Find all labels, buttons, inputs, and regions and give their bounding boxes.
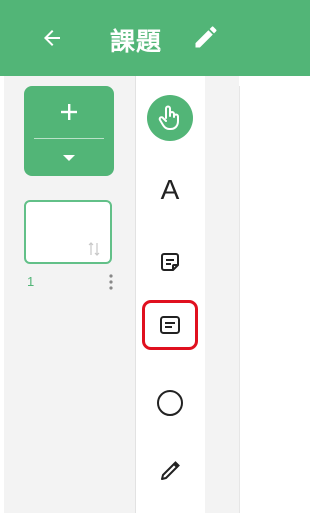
shape-tool-button[interactable] <box>140 378 200 428</box>
canvas[interactable] <box>239 86 310 513</box>
text-box-tool-button[interactable] <box>140 300 200 350</box>
top-bar: 課題 <box>0 0 310 76</box>
sticky-note-icon <box>161 253 179 271</box>
page-title: 課題 <box>110 28 163 56</box>
canvas-margin <box>205 76 239 513</box>
more-vertical-icon <box>109 274 113 290</box>
plus-icon <box>61 104 77 120</box>
arrow-left-icon <box>44 30 60 46</box>
add-page-dropdown-button[interactable] <box>24 139 114 176</box>
text-box-tool-highlight <box>142 300 198 350</box>
back-button[interactable] <box>38 24 66 52</box>
sort-arrows-icon <box>88 242 100 256</box>
page-menu-button[interactable] <box>106 272 116 292</box>
text-tool-label: A <box>160 174 180 205</box>
circle-icon <box>157 390 183 416</box>
add-page-group <box>24 86 114 176</box>
sticky-note-tool-button[interactable] <box>140 237 200 287</box>
page-number: 1 <box>27 274 35 289</box>
text-tool-button[interactable]: A <box>140 165 200 215</box>
pencil-icon <box>161 461 180 480</box>
add-page-button[interactable] <box>24 86 114 138</box>
pen-tool-button[interactable] <box>140 446 200 496</box>
pointer-tool-button[interactable] <box>140 93 200 143</box>
pencil-icon <box>195 26 217 48</box>
text-box-icon <box>160 316 180 334</box>
edit-title-button[interactable] <box>192 23 220 51</box>
hand-pointer-icon <box>158 105 179 130</box>
pointer-tool-active-bg <box>147 95 193 141</box>
page-thumbnail[interactable] <box>24 200 112 264</box>
caret-down-icon <box>63 154 75 161</box>
